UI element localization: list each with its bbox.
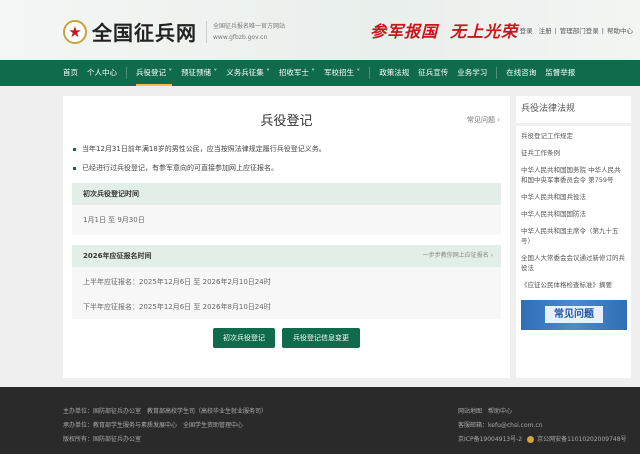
nav-policy[interactable]: 政策法规	[379, 60, 409, 86]
admin-login-link[interactable]: 管理部门登录	[560, 27, 599, 35]
law-link[interactable]: 中华人民共和国兵役法	[521, 192, 626, 202]
register-link[interactable]: 注册	[539, 27, 552, 35]
sitemap-help-links[interactable]: 网站地图 帮助中心	[458, 406, 512, 415]
icp-link[interactable]: 京ICP备19004913号-2	[458, 436, 522, 443]
law-link[interactable]: 征兵工作条例	[521, 148, 626, 158]
nav-home[interactable]: 首页	[63, 60, 78, 86]
organizer-text: 承办单位：教育部学生服务与素质发展中心 全国学生资助管理中心	[63, 422, 244, 429]
logo-text: 全国征兵网	[92, 21, 197, 45]
site-header: ★ 全国征兵网 全国征兵报名唯一官方网站 www.gfbzb.gov.cn 参军报…	[0, 0, 640, 60]
help-center-link[interactable]: 帮助中心	[607, 27, 633, 35]
nav-personal-center[interactable]: 个人中心	[87, 60, 117, 86]
login-link[interactable]: 登录	[520, 27, 533, 35]
registration-period: 1月1日 至 9月30日	[83, 216, 145, 224]
law-link[interactable]: 中华人民共和国国务院 中华人民共和国中央军事委员会令 第759号	[521, 165, 626, 185]
first-half-period: 上半年应征报名：2025年12月6日 至 2026年2月10日24时	[83, 278, 271, 286]
top-links: 登录 注册 | 管理部门登录 | 帮助中心	[519, 27, 633, 35]
nav-nco-recruit[interactable]: 招收军士 ˅	[279, 60, 315, 86]
nav-report[interactable]: 监督举报	[545, 60, 575, 86]
enlistment-guide-link[interactable]: 一步步教你网上应征报名 ›	[423, 245, 493, 267]
copyright-text: 版权所有：国防部征兵办公室	[63, 436, 142, 443]
law-link[interactable]: 《应征公民体格检查标准》摘要	[521, 280, 626, 290]
slogan-2: 无上光荣	[450, 22, 519, 41]
service-email: 客服邮箱：kefu@chsi.com.cn	[458, 422, 543, 429]
nav-academy-admission[interactable]: 军校招生 ˅	[324, 60, 360, 86]
nav-pre-enlistment[interactable]: 预征预储 ˅	[181, 60, 217, 86]
sidebar: 兵役法律法规 兵役登记工作规定 征兵工作条例 中华人民共和国国务院 中华人民共和…	[516, 96, 631, 378]
site-logo[interactable]: ★ 全国征兵网 全国征兵报名唯一官方网站 www.gfbzb.gov.cn	[63, 17, 285, 46]
nav-learning[interactable]: 业务学习	[457, 60, 487, 86]
box-header: 2026年应征报名时间 一步步教你网上应征报名 ›	[72, 245, 501, 267]
law-link[interactable]: 兵役登记工作规定	[521, 131, 626, 141]
nav-publicity[interactable]: 征兵宣传	[418, 60, 448, 86]
info-bullet: 已经进行过兵役登记，有参军意向的可直接参加网上应征报名。	[73, 163, 278, 173]
main-nav: 首页 个人中心 兵役登记 ˅ 预征预储 ˅ 义务兵征集 ˅ 招收军士 ˅ 军校招…	[0, 60, 640, 86]
faq-banner[interactable]: 常见问题	[521, 300, 627, 330]
slogan: 参军报国 无上光荣	[370, 18, 530, 42]
faq-link[interactable]: 常见问题 ›	[467, 115, 500, 125]
main-panel: 兵役登记 常见问题 › 当年12月31日前年满18岁的男性公民，应当按照法律规定…	[63, 96, 510, 378]
registration-change-button[interactable]: 兵役登记信息变更	[282, 328, 360, 348]
nav-divider	[496, 67, 498, 79]
nav-military-registration[interactable]: 兵役登记 ˅	[136, 60, 173, 86]
slogan-1: 参军报国	[370, 22, 439, 41]
nav-divider	[126, 67, 127, 79]
second-half-period: 下半年应征报名：2025年12月6日 至 2026年8月10日24时	[83, 303, 271, 311]
nav-conscription[interactable]: 义务兵征集 ˅	[226, 60, 270, 86]
faq-banner-label: 常见问题	[545, 306, 603, 323]
law-link[interactable]: 全国人大常委会会议通过新修订的兵役法	[521, 253, 626, 273]
site-url: www.gfbzb.gov.cn	[213, 33, 268, 41]
box-header-title: 2026年应征报名时间	[83, 252, 152, 260]
star-emblem-icon: ★	[63, 19, 87, 44]
first-registration-button[interactable]: 初次兵役登记	[213, 328, 275, 348]
law-link[interactable]: 中华人民共和国国防法	[521, 209, 626, 219]
info-bullet: 当年12月31日前年满18岁的男性公民，应当按照法律规定履行兵役登记义务。	[73, 144, 326, 154]
police-badge-icon	[527, 436, 535, 443]
page-title: 兵役登记	[260, 114, 313, 129]
box-header: 初次兵役登记时间	[72, 183, 501, 205]
license-row: 京ICP备19004913号-2 京公网安备11010202009748号	[458, 434, 627, 443]
police-record-link[interactable]: 京公网安备11010202009748号	[537, 436, 626, 443]
sidebar-title: 兵役法律法规	[516, 96, 631, 123]
enlistment-period-box: 2026年应征报名时间 一步步教你网上应征报名 › 上半年应征报名：2025年12…	[72, 245, 501, 319]
nav-divider	[369, 67, 371, 79]
law-link[interactable]: 中华人民共和国主席令（第九十五号）	[521, 226, 626, 246]
site-subtitle: 全国征兵报名唯一官方网站	[213, 22, 286, 30]
nav-consult[interactable]: 在线咨询	[506, 60, 536, 86]
footer: 主办单位：国防部征兵办公室 教育部高校学生司（高校毕业生就业服务司） 承办单位：…	[0, 387, 640, 454]
first-registration-box: 初次兵役登记时间 1月1日 至 9月30日	[72, 183, 501, 235]
sponsor-text: 主办单位：国防部征兵办公室 教育部高校学生司（高校毕业生就业服务司）	[63, 408, 268, 415]
law-list: 兵役登记工作规定 征兵工作条例 中华人民共和国国务院 中华人民共和国中央军事委员…	[516, 126, 631, 378]
